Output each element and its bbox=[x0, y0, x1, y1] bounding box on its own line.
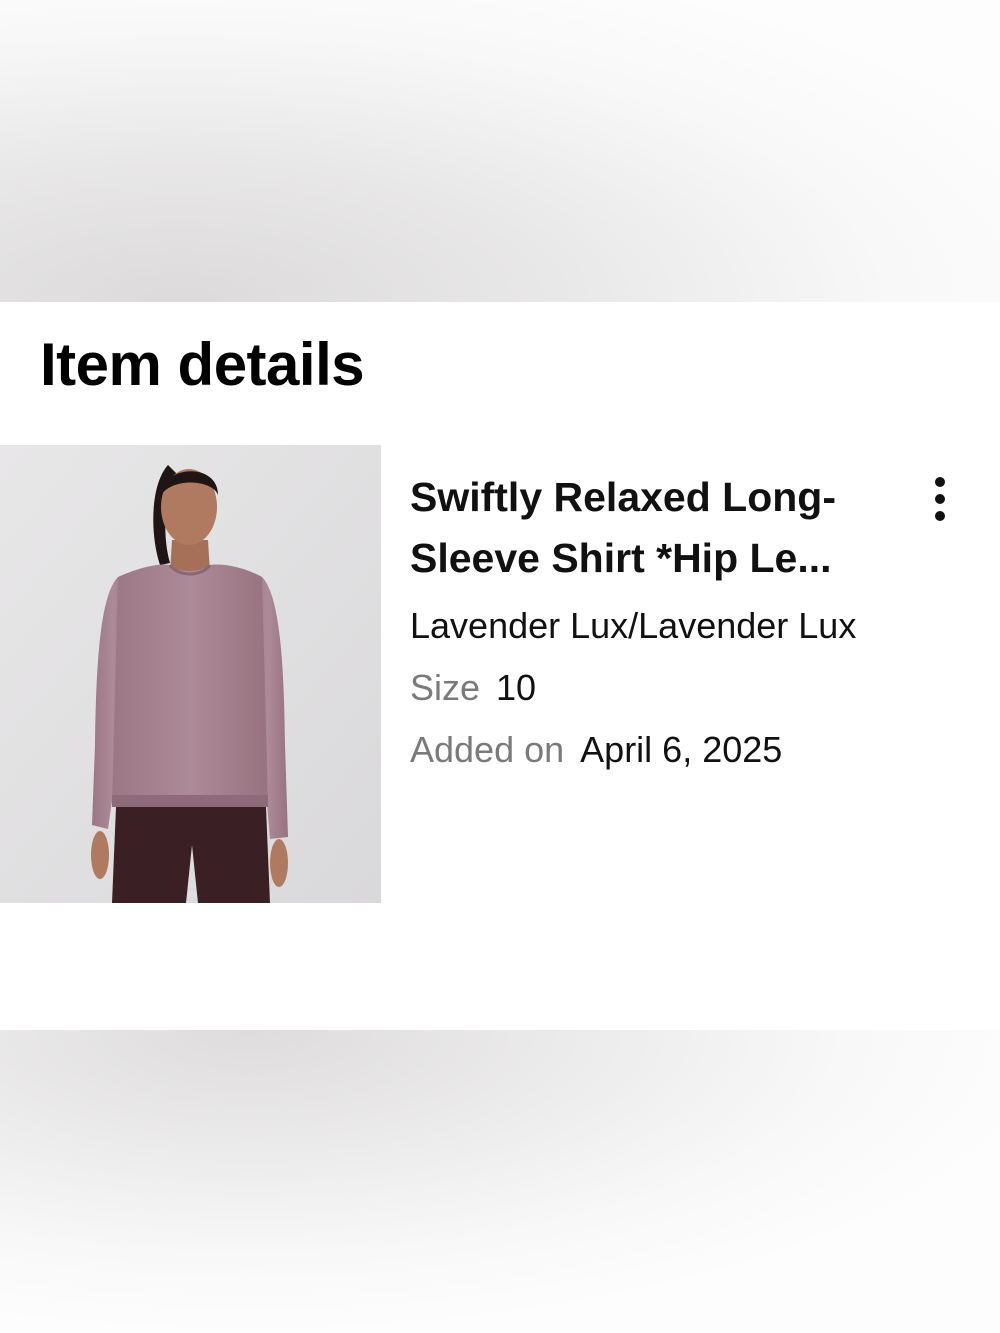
more-vertical-icon-dot bbox=[935, 494, 945, 504]
added-on-row: Added on April 6, 2025 bbox=[410, 725, 910, 775]
more-vertical-icon-dot bbox=[935, 511, 945, 521]
size-value: 10 bbox=[496, 667, 537, 708]
size-label: Size bbox=[410, 667, 481, 708]
added-on-label: Added on bbox=[410, 729, 565, 770]
added-on-value: April 6, 2025 bbox=[580, 729, 783, 770]
product-image[interactable] bbox=[0, 445, 381, 903]
blurred-backdrop-bottom bbox=[0, 1030, 1000, 1333]
product-name[interactable]: Swiftly Relaxed Long-Sleeve Shirt *Hip L… bbox=[410, 467, 910, 589]
item-details-card: Item details Swiftly Relaxed Long-Sleeve… bbox=[0, 302, 1000, 1030]
product-photo-illustration bbox=[0, 445, 381, 903]
more-vertical-icon bbox=[935, 477, 945, 487]
product-color: Lavender Lux/Lavender Lux bbox=[410, 605, 857, 646]
size-row: Size 10 bbox=[410, 663, 910, 713]
section-title: Item details bbox=[40, 331, 365, 398]
more-options-button[interactable] bbox=[918, 467, 962, 531]
product-info: Swiftly Relaxed Long-Sleeve Shirt *Hip L… bbox=[410, 467, 910, 775]
blurred-backdrop-top bbox=[0, 0, 1000, 302]
